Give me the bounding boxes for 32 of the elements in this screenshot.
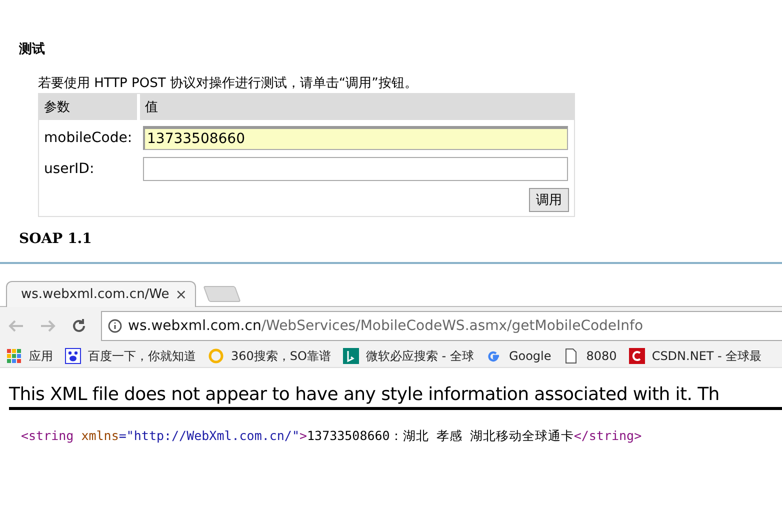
close-icon[interactable]: × [175, 286, 188, 302]
bing-icon [342, 348, 359, 364]
xml-notice: This XML file does not appear to have any style information associated with it. Th [8, 383, 720, 405]
column-header: 参数 [39, 94, 137, 120]
section-heading: 测试 [19, 41, 46, 58]
parameter-label: userID: [44, 160, 96, 176]
reload-icon[interactable] [71, 318, 87, 334]
paw-icon [65, 348, 81, 364]
info-icon[interactable] [108, 319, 122, 333]
parameter-input[interactable]: 13733508660 [143, 126, 568, 150]
ring-icon [208, 348, 224, 364]
bookmark-link[interactable]: 百度一下，你就知道 [88, 348, 196, 364]
parameter-label: mobileCode: [44, 130, 134, 146]
new-tab-button[interactable] [203, 286, 241, 302]
instruction-text: 若要使用 HTTP POST 协议对操作进行测试，请单击“调用”按钮。 [38, 75, 418, 92]
bookmark-link[interactable]: CSDN.NET - 全球最 [652, 348, 762, 364]
page-icon [563, 348, 580, 364]
address-bar[interactable]: ws.webxml.com.cn/WebServices/MobileCodeWS.asmx/getMobileCodeInfo [101, 311, 782, 341]
forward-arrow-icon[interactable] [39, 318, 57, 334]
csdn-icon [628, 348, 645, 364]
apps-grid-icon [6, 348, 22, 364]
xml-line: <string xmlns="http://WebXml.com.cn/">13733508660：湖北 孝感 湖北移动全球通卡</string> [21, 428, 643, 445]
browser-tab[interactable]: ws.webxml.com.cn/We × [6, 281, 196, 307]
back-arrow-icon[interactable] [7, 318, 25, 334]
bookmark-link[interactable]: 应用 [29, 348, 53, 364]
bookmark-link[interactable]: 360搜索，SO靠谱 [231, 348, 331, 364]
bookmark-link[interactable]: 微软必应搜索 - 全球 [366, 348, 474, 364]
column-header: 值 [140, 94, 574, 120]
invoke-button[interactable]: 调用 [529, 188, 569, 212]
bookmark-link[interactable]: Google [508, 349, 552, 363]
bookmark-link[interactable]: 8080 [586, 349, 617, 363]
section-heading: SOAP 1.1 [19, 231, 93, 247]
